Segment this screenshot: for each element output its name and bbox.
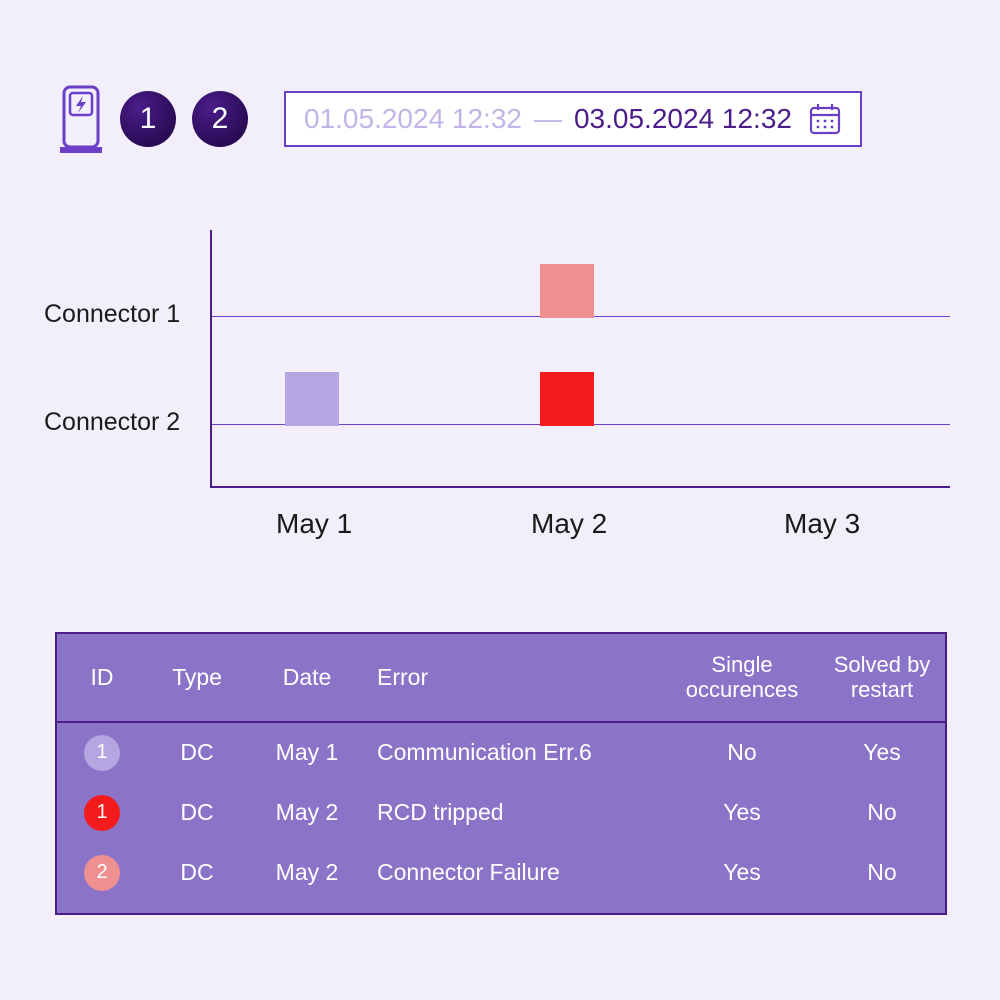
calendar-icon	[808, 102, 842, 136]
connector-badge-1[interactable]: 1	[120, 91, 176, 147]
table-header: ID Type Date Error Single occurences Sol…	[57, 634, 945, 723]
chart-row-label: Connector 1	[44, 300, 200, 329]
cell-single: Yes	[667, 859, 817, 886]
date-from: 01.05.2024 12:32	[304, 103, 522, 135]
header-bar: 1 2 01.05.2024 12:32 — 03.05.2024 12:32	[58, 84, 862, 154]
cell-type: DC	[147, 799, 247, 826]
date-range-picker[interactable]: 01.05.2024 12:32 — 03.05.2024 12:32	[284, 91, 862, 147]
th-date: Date	[247, 664, 367, 690]
chart-x-axis	[210, 486, 950, 488]
chart-marker[interactable]	[285, 372, 339, 426]
row-id-badge: 1	[84, 735, 120, 771]
row-id-badge: 2	[84, 855, 120, 891]
date-dash: —	[534, 103, 562, 135]
chart-x-label: May 3	[784, 508, 860, 540]
connector-badge-2[interactable]: 2	[192, 91, 248, 147]
cell-date: May 1	[247, 739, 367, 766]
cell-type: DC	[147, 739, 247, 766]
table-row[interactable]: 1 DC May 1 Communication Err.6 No Yes	[57, 723, 945, 783]
timeline-chart: Connector 1 Connector 2 May 1 May 2 May …	[44, 230, 956, 550]
ev-charger-icon	[58, 83, 104, 155]
chart-y-axis	[210, 230, 212, 488]
date-to: 03.05.2024 12:32	[574, 103, 792, 135]
cell-solved: Yes	[817, 739, 947, 766]
cell-single: Yes	[667, 799, 817, 826]
th-type: Type	[147, 664, 247, 690]
th-single: Single occurences	[667, 652, 817, 703]
th-error: Error	[367, 664, 667, 690]
chart-x-label: May 2	[531, 508, 607, 540]
error-table: ID Type Date Error Single occurences Sol…	[55, 632, 947, 915]
cell-date: May 2	[247, 799, 367, 826]
table-row[interactable]: 1 DC May 2 RCD tripped Yes No	[57, 783, 945, 843]
row-id-badge: 1	[84, 795, 120, 831]
table-row[interactable]: 2 DC May 2 Connector Failure Yes No	[57, 843, 945, 913]
cell-error: Communication Err.6	[367, 739, 667, 766]
th-solved: Solved by restart	[817, 652, 947, 703]
chart-row-label: Connector 2	[44, 408, 200, 437]
cell-solved: No	[817, 799, 947, 826]
cell-error: RCD tripped	[367, 799, 667, 826]
cell-error: Connector Failure	[367, 859, 667, 886]
chart-marker[interactable]	[540, 264, 594, 318]
cell-solved: No	[817, 859, 947, 886]
cell-single: No	[667, 739, 817, 766]
chart-x-label: May 1	[276, 508, 352, 540]
cell-type: DC	[147, 859, 247, 886]
chart-marker[interactable]	[540, 372, 594, 426]
th-id: ID	[57, 664, 147, 690]
cell-date: May 2	[247, 859, 367, 886]
